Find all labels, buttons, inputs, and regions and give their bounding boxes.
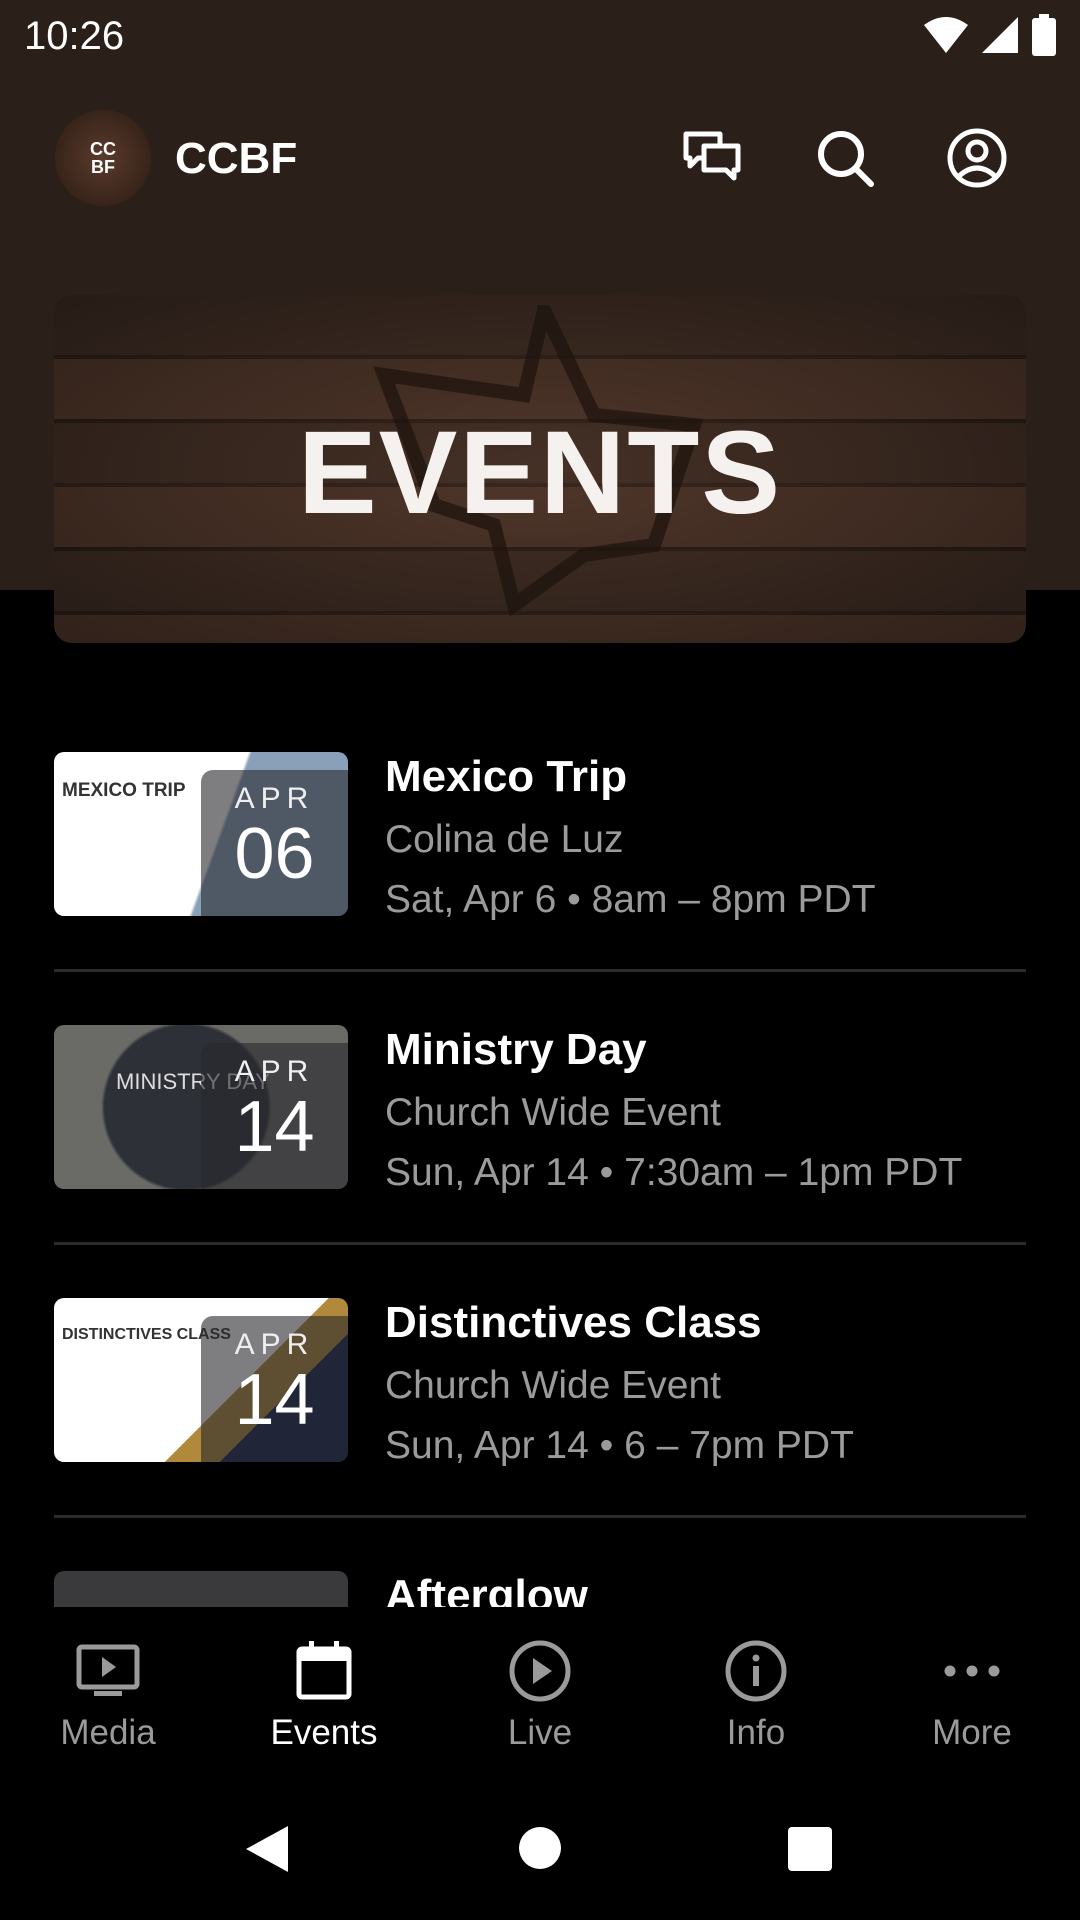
home-icon[interactable] [518, 1826, 562, 1870]
event-thumbnail: DISTINCTIVES CLASS APR 14 [54, 1298, 348, 1462]
battery-icon [1032, 14, 1056, 56]
event-datetime: Sat, Apr 6 • 8am – 8pm PDT [385, 878, 876, 921]
date-badge: APR 06 [201, 770, 348, 916]
event-thumbnail: MINISTRY DAY APR 14 [54, 1025, 348, 1189]
event-location: Church Wide Event [385, 1091, 721, 1134]
system-navigation-bar [0, 1770, 1080, 1920]
status-bar: 10:26 [0, 0, 1080, 72]
date-badge: APR 14 [201, 1316, 348, 1462]
app-title: CCBF [175, 134, 298, 183]
tv-play-icon [76, 1644, 140, 1696]
divider [54, 1515, 1026, 1518]
nav-events[interactable]: Events [216, 1607, 432, 1770]
event-location: Church Wide Event [385, 1364, 721, 1407]
nav-more[interactable]: More [864, 1607, 1080, 1770]
wifi-icon [924, 17, 968, 53]
nav-media[interactable]: Media [0, 1607, 216, 1770]
event-title: Mexico Trip [385, 752, 628, 801]
banner-title: EVENTS [297, 407, 783, 539]
play-circle-icon [509, 1640, 571, 1702]
app-header: CC BF CCBF [0, 110, 1080, 206]
event-row[interactable]: DISTINCTIVES CLASS APR 14 Distinctives Cl… [54, 1298, 1026, 1571]
nav-live[interactable]: Live [432, 1607, 648, 1770]
divider [54, 1242, 1026, 1245]
event-title: Ministry Day [385, 1025, 647, 1074]
info-icon [725, 1640, 787, 1702]
event-location: Colina de Luz [385, 818, 624, 861]
status-time: 10:26 [24, 14, 125, 58]
calendar-icon [296, 1641, 352, 1700]
search-icon[interactable] [813, 126, 877, 190]
account-icon[interactable] [945, 126, 1009, 190]
event-row[interactable]: MINISTRY DAY APR 14 Ministry Day Church W… [54, 1025, 1026, 1298]
divider [54, 969, 1026, 972]
event-title: Distinctives Class [385, 1298, 762, 1347]
chat-icon[interactable] [680, 126, 744, 190]
more-horizontal-icon [944, 1665, 1000, 1677]
event-datetime: Sun, Apr 14 • 6 – 7pm PDT [385, 1424, 854, 1467]
event-datetime: Sun, Apr 14 • 7:30am – 1pm PDT [385, 1151, 963, 1194]
church-logo-avatar[interactable]: CC BF [55, 110, 151, 206]
recents-icon[interactable] [787, 1826, 833, 1872]
events-banner: EVENTS [54, 295, 1026, 643]
nav-info[interactable]: Info [648, 1607, 864, 1770]
event-thumbnail: MEXICO TRIP APR 06 [54, 752, 348, 916]
back-icon[interactable] [244, 1824, 290, 1874]
event-row[interactable]: MEXICO TRIP APR 06 Mexico Trip Colina de … [54, 752, 1026, 1025]
cellular-icon [982, 17, 1018, 53]
date-badge: APR 14 [201, 1043, 348, 1189]
bottom-navigation: Media Events Live Info More [0, 1607, 1080, 1770]
